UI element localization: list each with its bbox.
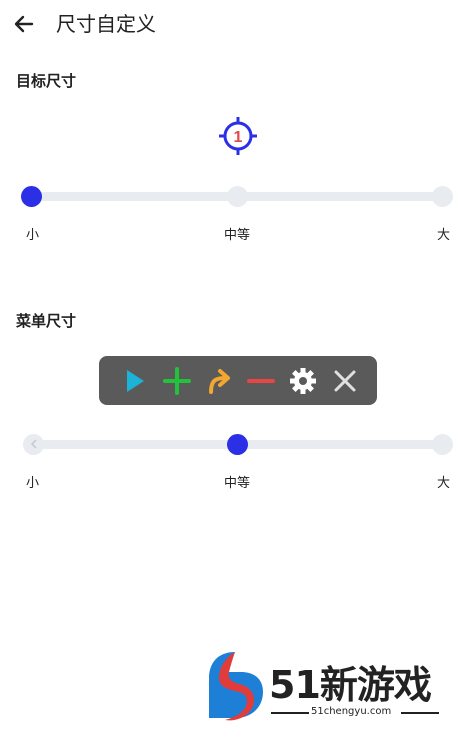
target-label-small: 小: [26, 228, 40, 243]
play-icon: [127, 370, 144, 392]
watermark-brand: 51新游戏: [269, 663, 432, 707]
target-label-large: 大: [437, 228, 451, 243]
add-button[interactable]: [161, 365, 193, 397]
swipe-button[interactable]: [203, 365, 235, 397]
slider-thumb[interactable]: [227, 434, 248, 455]
gear-icon: [290, 368, 316, 394]
app-bar: 尺寸自定义: [0, 0, 467, 48]
watermark: 51新游戏 51chengyu.com: [205, 648, 455, 724]
crosshair-target-icon: 1: [219, 117, 257, 155]
target-preview: 1: [219, 117, 257, 155]
watermark-url: 51chengyu.com: [311, 706, 392, 717]
play-button[interactable]: [119, 365, 151, 397]
menu-label-small: 小: [26, 476, 40, 491]
watermark-logo-icon: [209, 652, 263, 721]
remove-button[interactable]: [245, 365, 277, 397]
menu-label-medium: 中等: [224, 476, 251, 491]
slider-stop-large[interactable]: [432, 434, 453, 455]
target-size-title: 目标尺寸: [16, 72, 77, 90]
menu-size-title: 菜单尺寸: [16, 312, 77, 330]
minus-icon: [247, 379, 275, 383]
arrow-left-icon: [14, 15, 34, 33]
close-icon: [334, 370, 356, 392]
target-label-medium: 中等: [224, 228, 251, 243]
slider-thumb[interactable]: [21, 186, 42, 207]
watermark-divider: [271, 712, 309, 714]
back-button[interactable]: [10, 10, 38, 38]
slider-stop-small[interactable]: [23, 434, 44, 455]
settings-button[interactable]: [287, 365, 319, 397]
menu-size-slider[interactable]: [16, 433, 453, 457]
curved-arrow-icon: [209, 369, 230, 394]
chevron-left-icon: [30, 439, 37, 449]
target-size-slider[interactable]: [16, 185, 453, 209]
watermark-divider: [401, 712, 439, 714]
menu-label-large: 大: [437, 476, 451, 491]
close-button[interactable]: [329, 365, 361, 397]
slider-stop-medium[interactable]: [227, 186, 248, 207]
menu-preview-bar: [99, 356, 377, 405]
slider-stop-large[interactable]: [432, 186, 453, 207]
target-number: 1: [234, 129, 243, 146]
plus-icon: [163, 367, 191, 395]
page-title: 尺寸自定义: [56, 12, 156, 36]
